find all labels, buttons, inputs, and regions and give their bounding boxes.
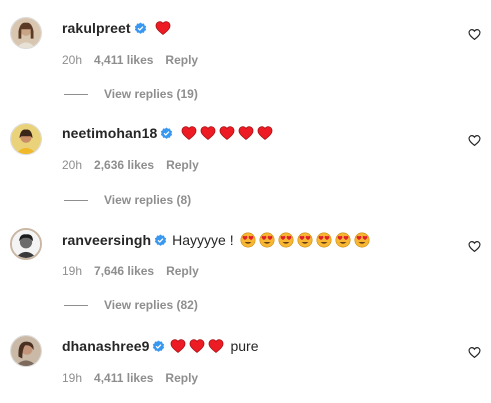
avatar[interactable] (10, 228, 42, 260)
view-replies-label: View replies (19) (104, 87, 198, 101)
timestamp[interactable]: 19h (62, 371, 82, 385)
replies-divider (64, 93, 88, 95)
verified-badge-icon (160, 126, 173, 140)
likes-count[interactable]: 4,411 likes (94, 53, 153, 67)
comment-line: neetimohan18 (62, 121, 276, 145)
comment-line: ranveersingh Hayyyye ! (62, 228, 373, 252)
reply-button[interactable]: Reply (165, 53, 198, 67)
view-replies-label: View replies (8) (104, 193, 192, 207)
view-replies-label: View replies (82) (104, 298, 198, 312)
likes-count[interactable]: 7,646 likes (94, 264, 154, 278)
heart-outline-icon[interactable] (468, 346, 481, 359)
timestamp[interactable]: 20h (62, 53, 82, 67)
timestamp[interactable]: 19h (62, 264, 82, 278)
comment-meta: 19h 4,411 likes Reply (62, 370, 210, 386)
red-heart-emoji (155, 20, 171, 36)
heart-outline-icon[interactable] (468, 28, 481, 41)
verified-badge-icon (134, 21, 147, 35)
verified-badge-icon (154, 233, 167, 247)
heart-eyes-face-emoji (316, 232, 332, 248)
likes-count[interactable]: 4,411 likes (94, 371, 153, 385)
username[interactable]: rakulpreet (62, 20, 131, 36)
username[interactable]: neetimohan18 (62, 125, 157, 141)
avatar[interactable] (10, 17, 42, 49)
reply-button[interactable]: Reply (166, 158, 199, 172)
reply-button[interactable]: Reply (165, 371, 198, 385)
heart-eyes-face-emoji (240, 232, 256, 248)
red-heart-emoji (189, 338, 205, 354)
red-heart-emoji (181, 125, 197, 141)
view-replies-button[interactable]: View replies (82) (64, 297, 198, 313)
comment-meta: 19h 7,646 likes Reply (62, 263, 211, 279)
comment-text: Hayyyye ! (172, 232, 234, 248)
username[interactable]: ranveersingh (62, 232, 151, 248)
heart-outline-icon[interactable] (468, 134, 481, 147)
reply-button[interactable]: Reply (166, 264, 199, 278)
red-heart-emoji (238, 125, 254, 141)
heart-eyes-face-emoji (335, 232, 351, 248)
comment-line: dhanashree9 pure (62, 334, 262, 358)
replies-divider (64, 304, 88, 306)
heart-eyes-face-emoji (354, 232, 370, 248)
heart-eyes-face-emoji (278, 232, 294, 248)
replies-divider (64, 199, 88, 201)
avatar[interactable] (10, 123, 42, 155)
username[interactable]: dhanashree9 (62, 338, 149, 354)
view-replies-button[interactable]: View replies (8) (64, 192, 191, 208)
heart-eyes-face-emoji (259, 232, 275, 248)
red-heart-emoji (208, 338, 224, 354)
red-heart-emoji (170, 338, 186, 354)
verified-badge-icon (152, 339, 165, 353)
comment-meta: 20h 2,636 likes Reply (62, 157, 211, 173)
comment-line: rakulpreet (62, 16, 174, 40)
avatar[interactable] (10, 335, 42, 367)
view-replies-button[interactable]: View replies (19) (64, 86, 198, 102)
heart-eyes-face-emoji (297, 232, 313, 248)
heart-outline-icon[interactable] (468, 240, 481, 253)
comment-meta: 20h 4,411 likes Reply (62, 52, 210, 68)
red-heart-emoji (200, 125, 216, 141)
likes-count[interactable]: 2,636 likes (94, 158, 154, 172)
comment-thread: rakulpreet 20h 4,411 likes Reply View re… (0, 0, 491, 403)
red-heart-emoji (219, 125, 235, 141)
timestamp[interactable]: 20h (62, 158, 82, 172)
red-heart-emoji (257, 125, 273, 141)
comment-text: pure (230, 338, 259, 354)
